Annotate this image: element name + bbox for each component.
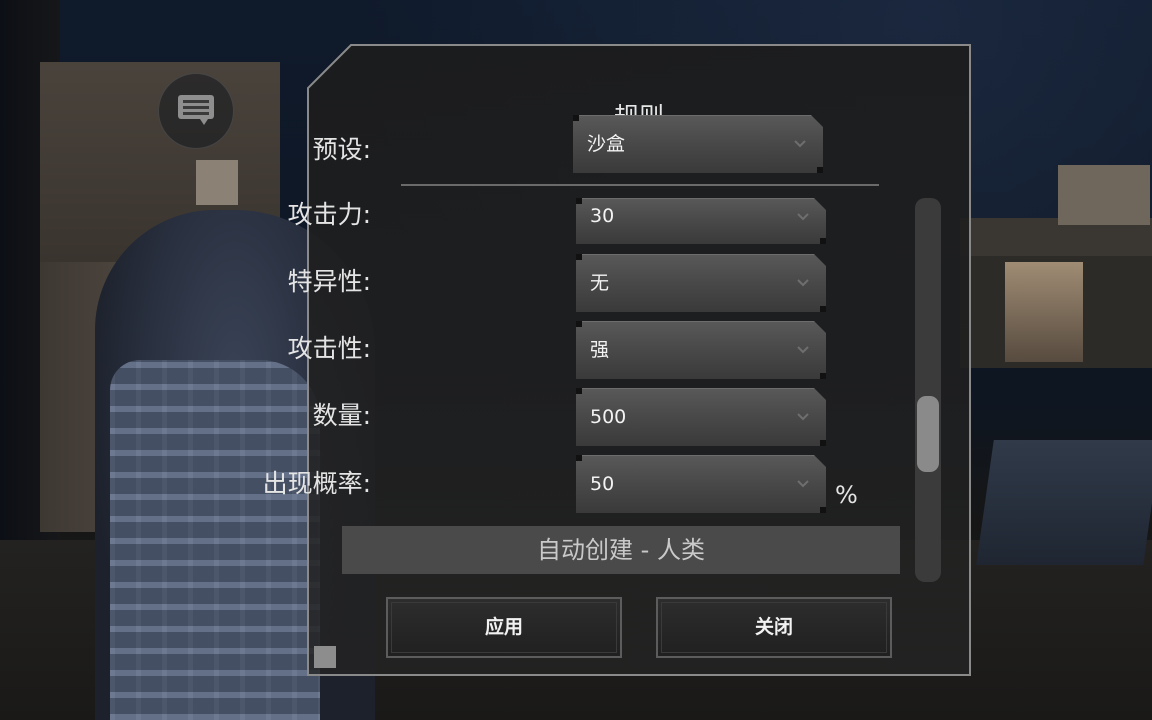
percent-suffix: % <box>835 481 858 509</box>
specificity-label: 特异性: <box>287 267 371 296</box>
quantity-value: 500 <box>590 406 627 428</box>
quantity-label: 数量: <box>312 401 371 430</box>
chevron-down-icon <box>797 346 809 354</box>
chevron-down-icon <box>797 279 809 287</box>
preset-label: 预设: <box>312 135 371 164</box>
spawn-rate-value: 50 <box>590 473 615 495</box>
close-button[interactable]: 关闭 <box>656 597 892 658</box>
auto-create-human-button[interactable]: 自动创建 - 人类 <box>342 526 900 574</box>
aggressiveness-dropdown[interactable]: 强 <box>576 321 826 379</box>
spawn-rate-dropdown[interactable]: 50 <box>576 455 826 513</box>
chevron-down-icon <box>797 480 809 488</box>
apply-button[interactable]: 应用 <box>386 597 622 658</box>
aggressiveness-value: 强 <box>590 339 610 361</box>
attack-power-dropdown[interactable]: 30 <box>576 198 826 244</box>
preset-value: 沙盒 <box>587 133 626 155</box>
aggressiveness-label: 攻击性: <box>287 334 371 363</box>
attack-power-value: 30 <box>590 205 615 227</box>
rules-dialog: 规则 预设: 沙盒 攻击力: 30 特异性: 无 攻击性: 强 数量: 500 … <box>263 44 971 676</box>
section-divider <box>401 184 879 186</box>
resize-handle[interactable] <box>314 646 336 668</box>
building-right-tower <box>1058 165 1150 225</box>
chevron-down-icon <box>797 213 809 221</box>
building-right-doorway <box>1005 262 1083 362</box>
specificity-dropdown[interactable]: 无 <box>576 254 826 312</box>
scrollbar-track[interactable] <box>915 198 941 582</box>
chat-bubble-icon <box>178 95 214 125</box>
specificity-value: 无 <box>590 272 610 294</box>
spawn-rate-label: 出现概率: <box>262 469 371 498</box>
preset-dropdown[interactable]: 沙盒 <box>573 115 823 173</box>
chevron-down-icon <box>794 140 806 148</box>
attack-power-label: 攻击力: <box>287 200 371 229</box>
quantity-dropdown[interactable]: 500 <box>576 388 826 446</box>
scrollbar-thumb[interactable] <box>917 396 939 472</box>
chevron-down-icon <box>797 413 809 421</box>
crate <box>976 440 1152 565</box>
